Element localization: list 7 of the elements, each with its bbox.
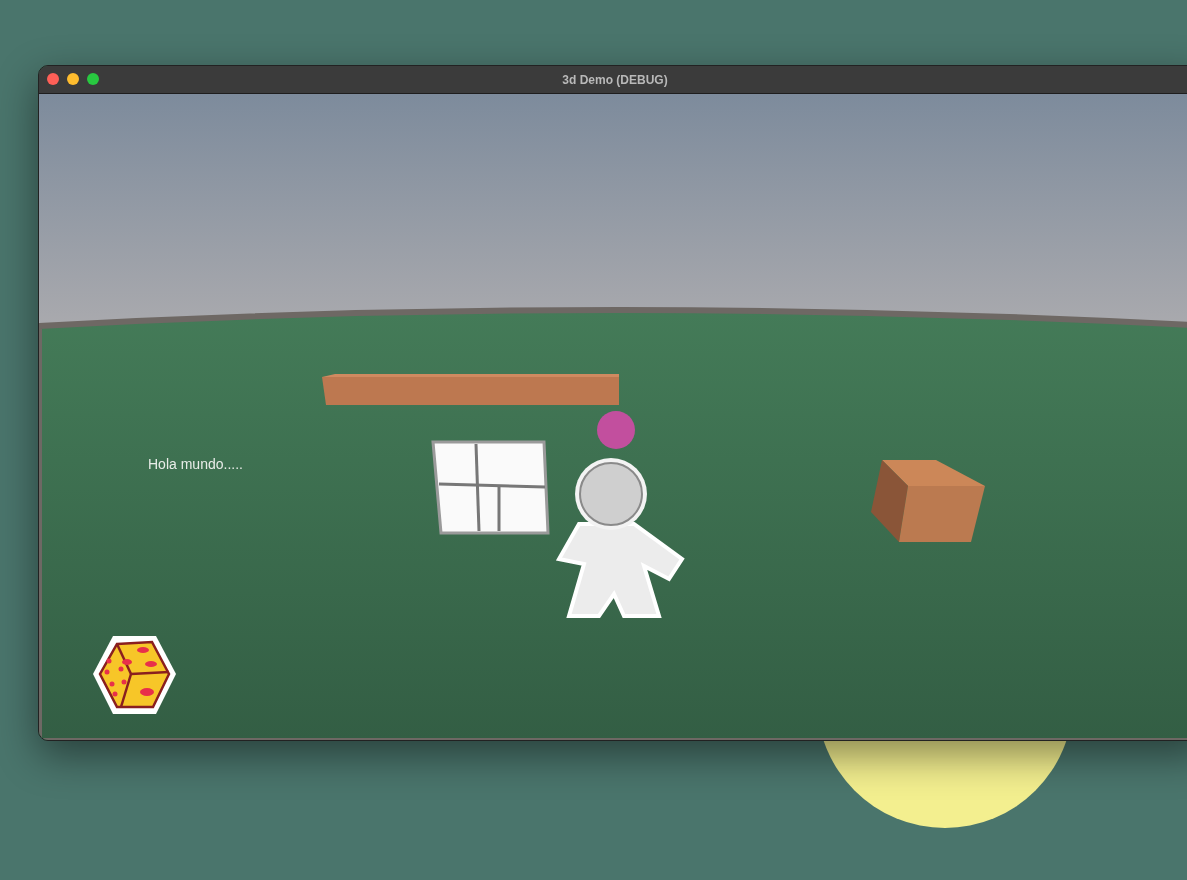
dice-icon [93, 636, 176, 714]
window-title: 3d Demo (DEBUG) [562, 72, 668, 89]
zoom-button[interactable] [87, 73, 99, 85]
ball-drawing [597, 411, 635, 449]
minimize-button[interactable] [67, 73, 79, 85]
close-button[interactable] [47, 73, 59, 85]
hud-text: Hola mundo..... [148, 455, 243, 474]
